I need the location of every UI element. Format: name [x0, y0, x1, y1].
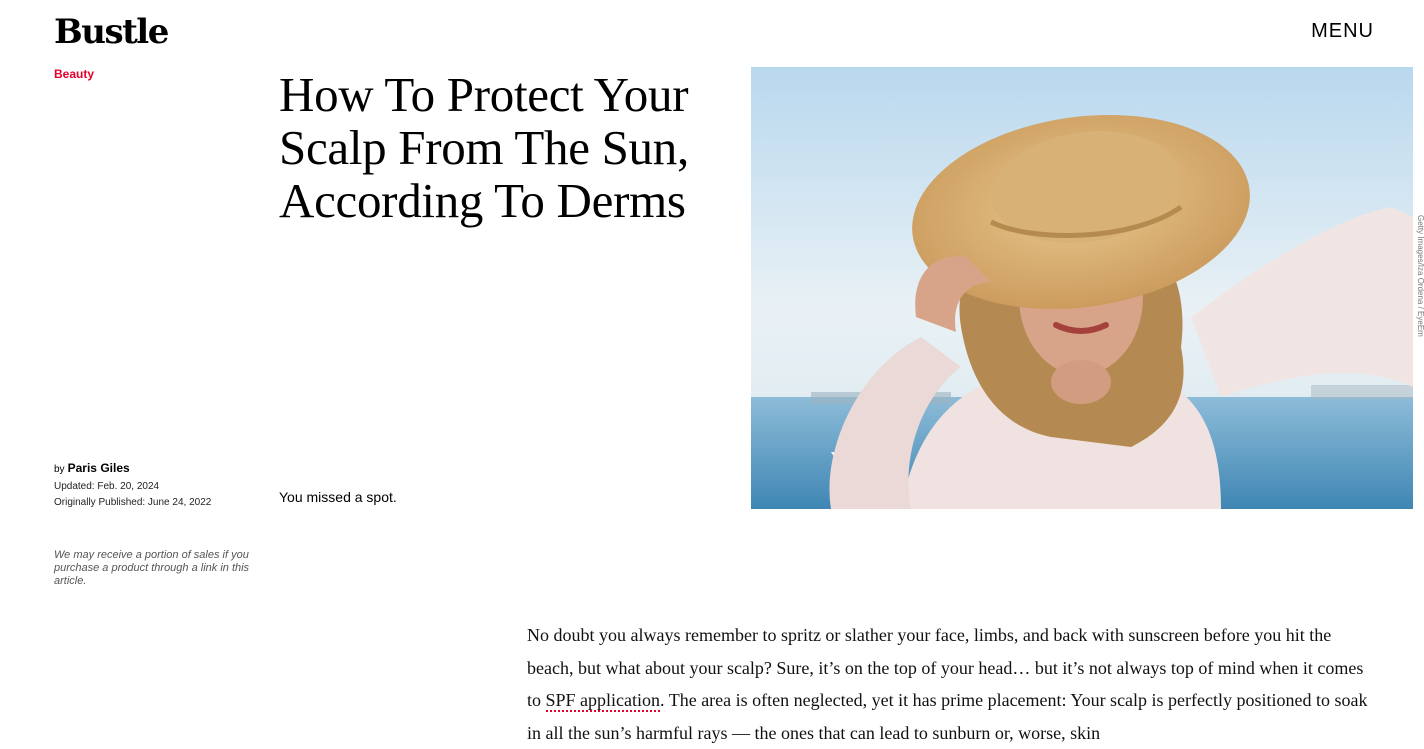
published-date: Originally Published: June 24, 2022 [54, 497, 212, 508]
affiliate-disclaimer: We may receive a portion of sales if you… [54, 549, 250, 587]
hero-photo-illustration [751, 67, 1413, 509]
article-subtitle: You missed a spot. [279, 489, 397, 505]
author-link[interactable]: Paris Giles [68, 461, 130, 475]
article-dates: Updated: Feb. 20, 2024 Originally Publis… [54, 479, 211, 511]
byline: by Paris Giles [54, 460, 130, 478]
article-title: How To Protect Your Scalp From The Sun, … [279, 67, 689, 228]
category-link[interactable]: Beauty [54, 67, 94, 81]
spf-application-link[interactable]: SPF application [545, 690, 661, 712]
hero-image [751, 67, 1413, 509]
updated-date: Updated: Feb. 20, 2024 [54, 481, 160, 492]
article-body-paragraph: No doubt you always remember to spritz o… [527, 619, 1372, 749]
menu-button[interactable]: MENU [1311, 20, 1374, 43]
image-credit: Getty Images/Iza Ordena / EyeEm [1416, 215, 1424, 337]
bustle-logo[interactable]: Bustle [54, 12, 169, 52]
byline-prefix: by [54, 464, 65, 475]
